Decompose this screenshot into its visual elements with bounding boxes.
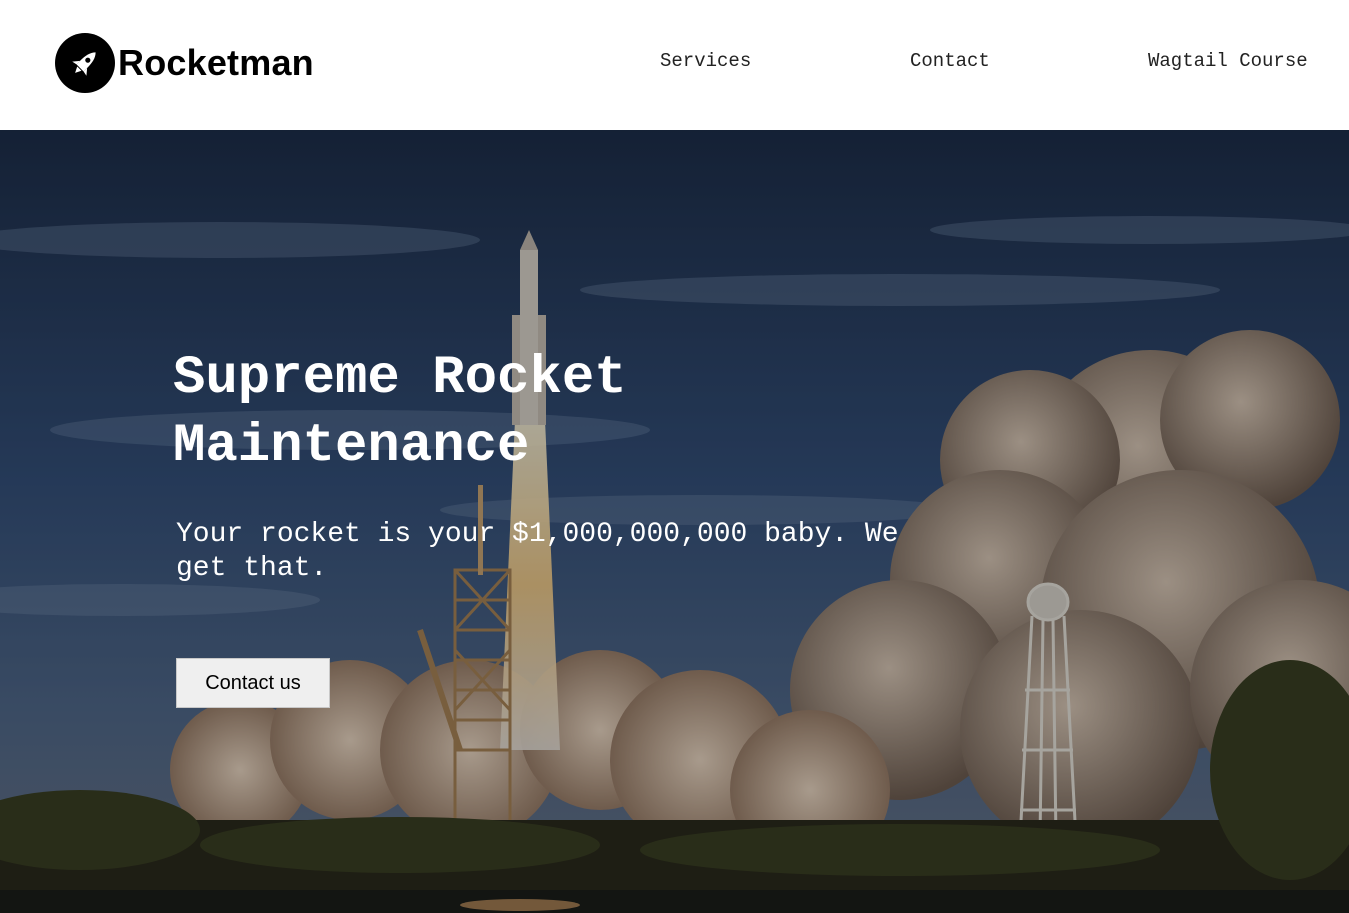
hero-section: Supreme Rocket Maintenance Your rocket i…	[0, 130, 1349, 913]
site-header: Rocketman Services Contact Wagtail Cours…	[0, 0, 1349, 130]
hero-subtitle: Your rocket is your $1,000,000,000 baby.…	[176, 519, 899, 584]
contact-us-button[interactable]: Contact us	[176, 658, 330, 708]
brand-name: Rocketman	[118, 42, 314, 83]
nav-contact[interactable]: Contact	[910, 50, 990, 72]
nav-wagtail-course[interactable]: Wagtail Course	[1148, 50, 1308, 72]
rocket-icon	[55, 33, 115, 93]
hero-title: Supreme Rocket Maintenance	[173, 348, 627, 477]
nav-services[interactable]: Services	[660, 50, 751, 72]
brand-link[interactable]: Rocketman	[55, 33, 314, 93]
